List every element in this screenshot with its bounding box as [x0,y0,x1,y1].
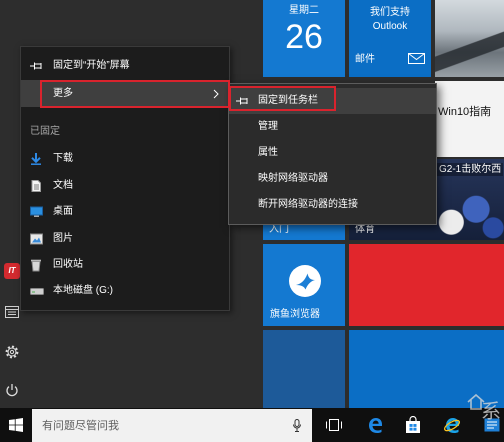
mail-tile-line2: Outlook [372,21,408,32]
submenu-manage[interactable]: 管理 [229,114,436,140]
picture-icon [30,233,43,245]
power-button[interactable] [0,377,24,403]
news-tile-headline: Win10指南 [438,106,492,118]
submenu-disconnect-network-drive[interactable]: 断开网络驱动器的连接 [229,192,436,218]
sports-tile-headline: G2-1击败尔西 [437,163,504,176]
windows-desktop: IT 星期二 26 我们支持 Outlook 邮件 Win10指南 入门 G2-… [0,0,504,442]
pinned-item-pictures[interactable]: 图片 [21,226,229,252]
file-explorer-icon [5,306,19,318]
gear-icon [5,345,19,359]
download-icon [31,153,41,165]
pinned-item-documents[interactable]: 文档 [21,173,229,199]
photos-tile[interactable] [435,0,504,77]
pin-icon [30,62,42,70]
submenu-pin-to-taskbar[interactable]: 固定到任务栏 [229,88,436,114]
task-view-icon [326,419,342,431]
mail-tile-label: 邮件 [355,54,375,65]
mail-icon [408,53,425,64]
store-icon [406,416,420,433]
sports-tile-label: 体育 [355,224,375,235]
sailfish-icon [289,265,321,297]
news-tile[interactable]: Win10指南 [435,81,504,157]
drive-icon [30,288,44,295]
document-icon [31,180,41,192]
jump-action-more[interactable]: 更多 [21,80,229,107]
pin-icon [236,97,248,105]
more-submenu: 固定到任务栏 管理 属性 映射网络驱动器 断开网络驱动器的连接 [228,83,437,225]
get-started-tile-label: 入门 [269,224,289,235]
pinned-item-label: 下载 [53,153,73,164]
jump-action-label: 更多 [53,87,73,99]
jump-list-menu: 固定到“开始”屏幕 更多 已固定 下载 文档 桌面 图片 回收站 本地磁盘 (G… [20,46,230,311]
submenu-item-label: 属性 [258,147,278,158]
search-input[interactable] [32,409,282,442]
submenu-item-label: 管理 [258,121,278,132]
internet-explorer-button[interactable] [440,408,464,442]
submenu-item-label: 固定到任务栏 [258,95,318,106]
start-button[interactable] [0,408,31,442]
watermark: 系 [466,388,504,428]
jump-action-pin-to-start[interactable]: 固定到“开始”屏幕 [21,53,229,79]
submenu-map-network-drive[interactable]: 映射网络驱动器 [229,166,436,192]
pinned-item-desktop[interactable]: 桌面 [21,199,229,225]
pinned-item-label: 本地磁盘 (G:) [53,285,113,296]
bottom-tile-left[interactable] [263,330,345,408]
watermark-text: 系 [481,399,501,423]
edge-button[interactable] [363,408,387,442]
mail-tile-line1: 我们支持 [370,7,410,18]
pinned-item-label: 回收站 [53,259,83,270]
pinned-item-local-disk[interactable]: 本地磁盘 (G:) [21,278,229,304]
search-box [32,409,312,442]
desktop-icon [30,206,43,217]
store-button[interactable] [401,408,425,442]
task-view-button[interactable] [322,408,346,442]
pinned-item-downloads[interactable]: 下载 [21,146,229,172]
sailfish-browser-tile-label: 旗鱼浏览器 [270,309,320,320]
chevron-right-icon [213,89,219,98]
calendar-weekday: 星期二 [289,5,319,16]
taskbar [0,408,504,442]
pinned-item-label: 文档 [53,180,73,191]
pinned-item-label: 桌面 [53,206,73,217]
pinned-section-header: 已固定 [30,126,60,137]
jump-action-label: 固定到“开始”屏幕 [53,60,130,71]
microphone-icon[interactable] [293,419,301,432]
edge-icon [369,418,382,433]
red-tile[interactable] [349,244,504,326]
submenu-item-label: 映射网络驱动器 [258,173,328,184]
mail-tile[interactable]: 我们支持 Outlook 邮件 [349,0,431,77]
submenu-properties[interactable]: 属性 [229,140,436,166]
pinned-item-recycle-bin[interactable]: 回收站 [21,252,229,278]
recycle-bin-icon [31,259,41,272]
calendar-day: 26 [285,18,323,56]
submenu-item-label: 断开网络驱动器的连接 [258,199,358,210]
calendar-tile[interactable]: 星期二 26 [263,0,345,77]
avatar: IT [4,263,20,279]
settings-button[interactable] [0,339,24,365]
pinned-item-label: 图片 [53,233,73,244]
power-icon [6,384,18,397]
internet-explorer-icon [443,418,461,433]
sailfish-browser-tile[interactable]: 旗鱼浏览器 [263,244,345,326]
windows-logo-icon [8,418,23,432]
